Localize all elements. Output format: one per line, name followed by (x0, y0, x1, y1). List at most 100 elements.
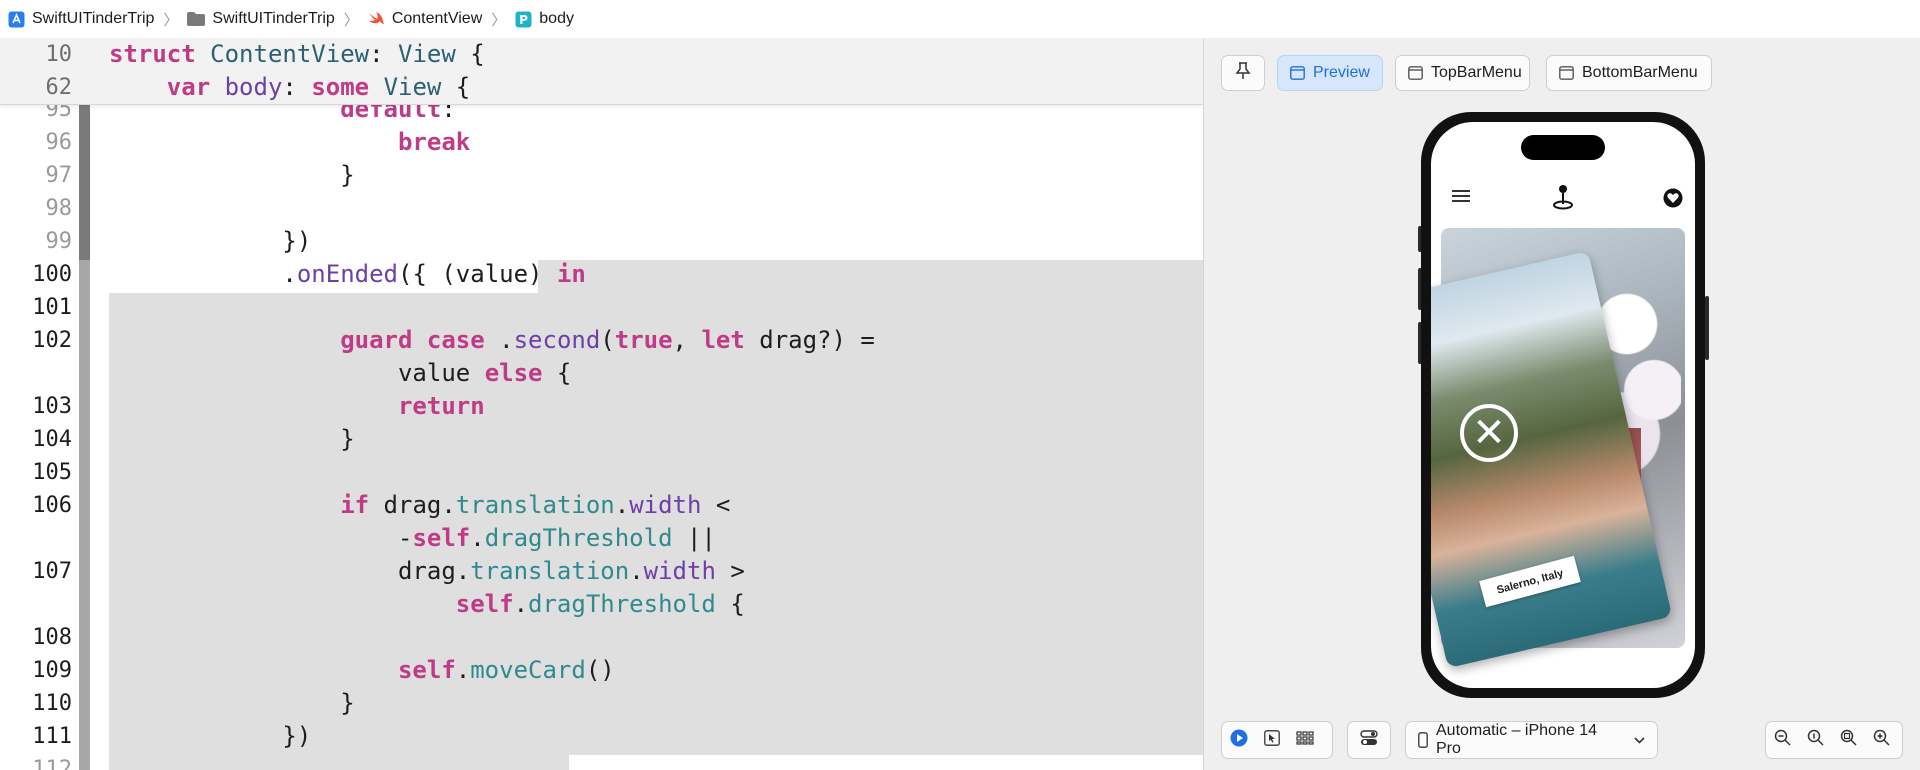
preview-canvas: Preview TopBarMenu BottomBarMenu ✕ Saler… (1203, 38, 1920, 770)
tab-label: BottomBarMenu (1582, 64, 1698, 81)
selection-highlight (109, 755, 569, 770)
line-number: 110 (32, 691, 72, 716)
menu-icon[interactable] (1451, 189, 1471, 208)
line-number: 99 (45, 229, 73, 254)
live-mode-button[interactable] (1222, 722, 1255, 758)
iphone-icon (1418, 732, 1428, 748)
zoom-in-button[interactable] (1865, 722, 1898, 758)
chevron-right-icon: 〉 (491, 11, 507, 29)
code-line: } (109, 425, 355, 453)
breadcrumb-label: SwiftUITinderTrip (212, 10, 335, 27)
preview-window-icon (1559, 66, 1574, 80)
preview-window-icon (1408, 66, 1423, 80)
breadcrumb-label: SwiftUITinderTrip (32, 10, 155, 27)
iphone-frame: ✕ Salerno, Italy (1421, 112, 1705, 698)
jump-bar: SwiftUITinderTrip 〉 SwiftUITinderTrip 〉 … (0, 0, 1920, 39)
line-number: 107 (32, 559, 72, 584)
reject-x-icon: ✕ (1460, 404, 1518, 462)
line-number: 10 (45, 42, 73, 67)
code-line: } (109, 689, 355, 717)
code-line: return (397, 392, 485, 420)
folder-icon (187, 12, 206, 26)
code-line: }) (109, 227, 312, 255)
line-number: 106 (32, 493, 72, 518)
source-editor[interactable]: 10 struct ContentView: View { 62 var bod… (0, 38, 1203, 770)
line-number: 108 (32, 625, 72, 650)
line-number: 100 (32, 262, 72, 287)
play-icon (1230, 729, 1248, 752)
code-line: } (109, 161, 355, 189)
swift-file-icon (368, 11, 385, 27)
device-picker[interactable]: Automatic – iPhone 14 Pro (1405, 721, 1658, 759)
code-line: if drag.translation.width < (340, 491, 731, 519)
zoom-to-fit-button[interactable] (1832, 722, 1865, 758)
preview-window-icon (1290, 66, 1305, 80)
line-number: 102 (32, 328, 72, 353)
code-line: self.moveCard() (397, 656, 615, 684)
code-row[interactable]: 99 }) (0, 225, 1203, 258)
selectable-mode-button[interactable] (1255, 722, 1288, 758)
variants-button[interactable] (1288, 722, 1321, 758)
code-line: .onEnded({ (value) in (109, 260, 586, 288)
breadcrumb-label: body (539, 10, 574, 27)
line-number: 62 (45, 75, 73, 100)
line-number: 97 (45, 163, 73, 188)
tab-label: Preview (1313, 64, 1370, 81)
preview-mode-controls (1221, 721, 1333, 759)
breadcrumb-project[interactable]: SwiftUITinderTrip (8, 10, 154, 28)
app-screen[interactable]: ✕ Salerno, Italy (1431, 122, 1695, 688)
breadcrumb-label: ContentView (391, 10, 483, 27)
tab-preview[interactable]: Preview (1277, 55, 1383, 91)
code-line: }) (109, 722, 312, 750)
line-number: 104 (32, 427, 72, 452)
zoom-controls (1765, 721, 1903, 759)
code-line: var body: some View { (166, 73, 471, 101)
chevron-right-icon: 〉 (343, 11, 359, 29)
zoom-actual-size-button[interactable] (1799, 722, 1832, 758)
line-number: 96 (45, 130, 73, 155)
line-number: 112 (32, 757, 72, 770)
line-number: 105 (32, 460, 72, 485)
zoom-out-button[interactable] (1766, 722, 1799, 758)
code-row[interactable]: 96 break (0, 126, 1203, 159)
code-line: struct ContentView: View { (109, 40, 485, 68)
side-button (1705, 296, 1709, 360)
chevron-down-icon (1634, 736, 1645, 744)
pin-preview-button[interactable] (1221, 55, 1265, 91)
zoom-in-icon (1873, 729, 1890, 751)
code-line: guard case .second(true, let drag?) = (340, 326, 875, 354)
device-settings-button[interactable] (1347, 721, 1391, 759)
line-number: 111 (32, 724, 72, 749)
dynamic-island (1521, 135, 1605, 160)
line-number: 103 (32, 394, 72, 419)
sticky-line[interactable]: 10 struct ContentView: View { (0, 38, 1203, 71)
sticky-scope-header: 10 struct ContentView: View { 62 var bod… (0, 38, 1203, 105)
app-project-icon (8, 11, 25, 28)
breadcrumb-folder[interactable]: SwiftUITinderTrip (187, 10, 335, 28)
cursor-select-icon (1263, 729, 1280, 751)
map-pin-logo-icon (1552, 184, 1574, 215)
property-icon: P (515, 11, 532, 28)
code-line: self.dragThreshold { (455, 590, 745, 618)
line-number: 98 (45, 196, 73, 221)
heart-icon[interactable] (1663, 188, 1683, 213)
tab-bottombarmenu[interactable]: BottomBarMenu (1546, 55, 1712, 91)
device-picker-content: Automatic – iPhone 14 Pro (1406, 722, 1657, 758)
breadcrumb-file[interactable]: ContentView (368, 10, 482, 28)
code-line: -self.dragThreshold || (109, 524, 716, 552)
zoom-100-icon (1807, 729, 1824, 751)
code-line: value else { (109, 359, 572, 387)
line-number: 101 (32, 295, 72, 320)
breadcrumb-symbol[interactable]: P body (515, 10, 574, 28)
code-row[interactable]: 98 (0, 192, 1203, 225)
code-line: drag.translation.width > (109, 557, 745, 585)
svg-text:P: P (519, 13, 528, 27)
tab-topbarmenu[interactable]: TopBarMenu (1395, 55, 1530, 91)
chevron-right-icon: 〉 (163, 11, 179, 29)
sticky-line[interactable]: 62 var body: some View { (0, 71, 1203, 104)
pin-icon (1235, 61, 1251, 85)
selection-highlight (538, 260, 1203, 293)
toggle-settings-icon (1360, 729, 1378, 751)
code-row[interactable]: 97 } (0, 159, 1203, 192)
zoom-out-icon (1774, 729, 1791, 751)
